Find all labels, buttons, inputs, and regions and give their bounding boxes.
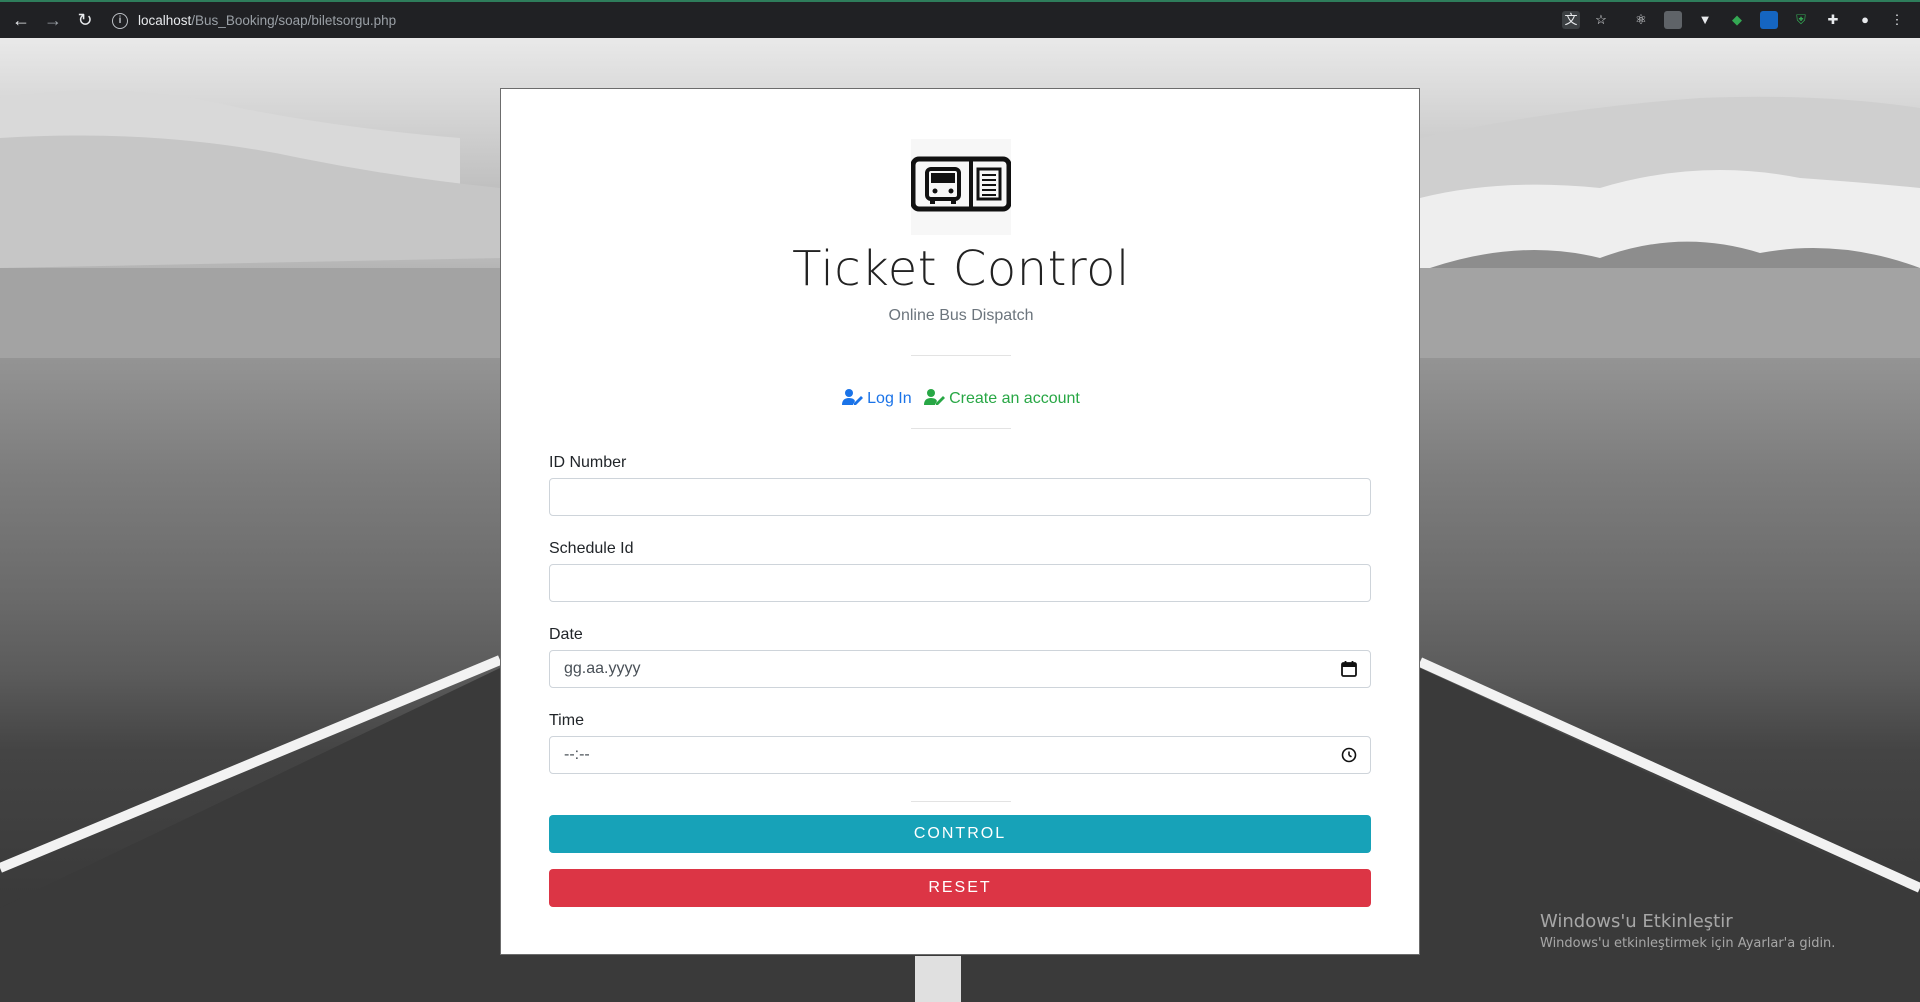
ticket-control-card: Ticket Control Online Bus Dispatch Log I… [500, 88, 1420, 955]
id-number-label: ID Number [549, 454, 627, 471]
page-subtitle: Online Bus Dispatch [888, 307, 1034, 324]
puzzle-icon[interactable]: ✚ [1824, 11, 1842, 29]
translate-icon[interactable]: 文 [1562, 11, 1580, 29]
url-host: localhost [138, 13, 192, 28]
date-placeholder: gg.aa.yyyy [564, 660, 641, 677]
schedule-id-input[interactable] [549, 564, 1371, 602]
watermark-subtitle: Windows'u etkinleştirmek için Ayarlar'a … [1540, 936, 1836, 951]
id-number-input[interactable] [549, 478, 1371, 516]
time-label: Time [549, 712, 584, 729]
login-link[interactable]: Log In [842, 389, 916, 407]
date-input[interactable]: gg.aa.yyyy [549, 650, 1371, 688]
divider [911, 428, 1011, 429]
user-edit-icon [842, 389, 864, 405]
bus-ticket-icon [910, 139, 1012, 235]
time-placeholder: --:-- [564, 746, 590, 763]
page-background: Ticket Control Online Bus Dispatch Log I… [0, 38, 1920, 1002]
url-path: /Bus_Booking/soap/biletsorgu.php [191, 13, 397, 28]
schedule-id-label: Schedule Id [549, 540, 634, 557]
login-link-label: Log In [867, 390, 912, 407]
auth-links: Log In Create an account [501, 389, 1421, 408]
shield-icon[interactable]: ⛨ [1792, 11, 1810, 29]
reset-button[interactable]: RESET [549, 869, 1371, 907]
extension-blue-icon[interactable] [1760, 11, 1778, 29]
page-title: Ticket Control [792, 241, 1130, 297]
divider [911, 355, 1011, 356]
date-label: Date [549, 626, 583, 643]
extension-green-icon[interactable]: ◆ [1728, 11, 1746, 29]
vue-devtools-icon[interactable]: ▼ [1696, 11, 1714, 29]
address-bar[interactable]: i localhost/Bus_Booking/soap/biletsorgu.p… [112, 8, 1512, 34]
forward-icon[interactable]: → [42, 9, 64, 31]
windows-activation-watermark: Windows'u Etkinleştir Windows'u etkinleş… [1540, 911, 1835, 951]
control-button[interactable]: CONTROL [549, 815, 1371, 853]
browser-toolbar: ← → ↻ i localhost/Bus_Booking/soap/bilets… [0, 0, 1920, 38]
site-info-icon[interactable]: i [112, 13, 128, 30]
reload-icon[interactable]: ↻ [74, 9, 96, 31]
react-devtools-icon[interactable]: ⚛ [1632, 11, 1650, 29]
calendar-icon[interactable] [1340, 660, 1358, 678]
time-input[interactable]: --:-- [549, 736, 1371, 774]
create-account-link[interactable]: Create an account [924, 389, 1080, 407]
create-account-link-label: Create an account [949, 390, 1080, 407]
divider [911, 801, 1011, 802]
watermark-title: Windows'u Etkinleştir [1540, 911, 1733, 932]
clock-icon[interactable] [1340, 746, 1358, 764]
bookmark-star-icon[interactable]: ☆ [1592, 11, 1610, 29]
extension-square-icon[interactable] [1664, 11, 1682, 29]
user-edit-icon [924, 389, 946, 405]
profile-icon[interactable]: ● [1856, 11, 1874, 29]
menu-dots-icon[interactable]: ⋮ [1888, 11, 1906, 29]
back-icon[interactable]: ← [10, 9, 32, 31]
